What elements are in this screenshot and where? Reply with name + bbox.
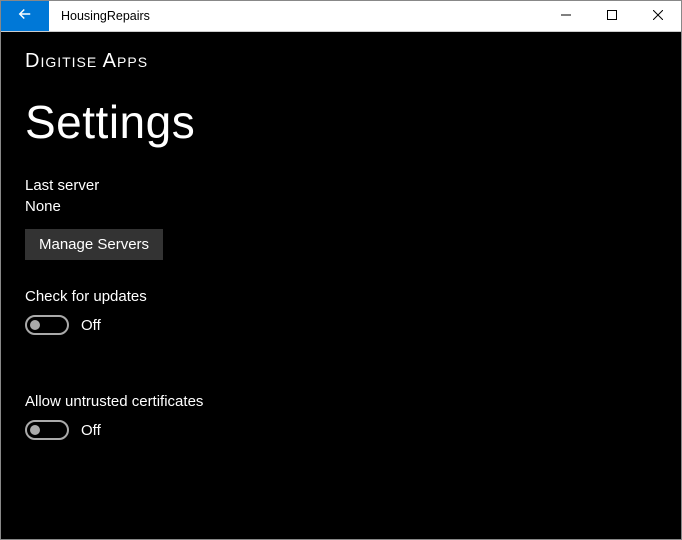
minimize-icon bbox=[561, 7, 571, 25]
certificates-section: Allow untrusted certificates Off bbox=[25, 393, 657, 440]
back-arrow-icon bbox=[16, 5, 34, 28]
close-icon bbox=[653, 7, 663, 25]
back-button[interactable] bbox=[1, 1, 49, 31]
maximize-button[interactable] bbox=[589, 1, 635, 31]
toggle-knob-icon bbox=[30, 320, 40, 330]
window-controls bbox=[543, 1, 681, 31]
manage-servers-button[interactable]: Manage Servers bbox=[25, 229, 163, 260]
certificates-state: Off bbox=[81, 422, 101, 439]
certificates-label: Allow untrusted certificates bbox=[25, 393, 657, 410]
last-server-label: Last server bbox=[25, 177, 657, 194]
page-title: Settings bbox=[25, 95, 657, 149]
check-updates-state: Off bbox=[81, 317, 101, 334]
maximize-icon bbox=[607, 7, 617, 25]
last-server-value: None bbox=[25, 198, 657, 215]
window-title: HousingRepairs bbox=[49, 1, 543, 31]
minimize-button[interactable] bbox=[543, 1, 589, 31]
certificates-toggle[interactable] bbox=[25, 420, 69, 440]
titlebar: HousingRepairs bbox=[1, 1, 681, 32]
close-button[interactable] bbox=[635, 1, 681, 31]
toggle-knob-icon bbox=[30, 425, 40, 435]
brand-text: Digitise Apps bbox=[25, 50, 657, 73]
check-updates-section: Check for updates Off bbox=[25, 288, 657, 335]
content-area: Digitise Apps Settings Last server None … bbox=[1, 32, 681, 539]
check-updates-toggle[interactable] bbox=[25, 315, 69, 335]
last-server-section: Last server None Manage Servers bbox=[25, 177, 657, 260]
check-updates-label: Check for updates bbox=[25, 288, 657, 305]
